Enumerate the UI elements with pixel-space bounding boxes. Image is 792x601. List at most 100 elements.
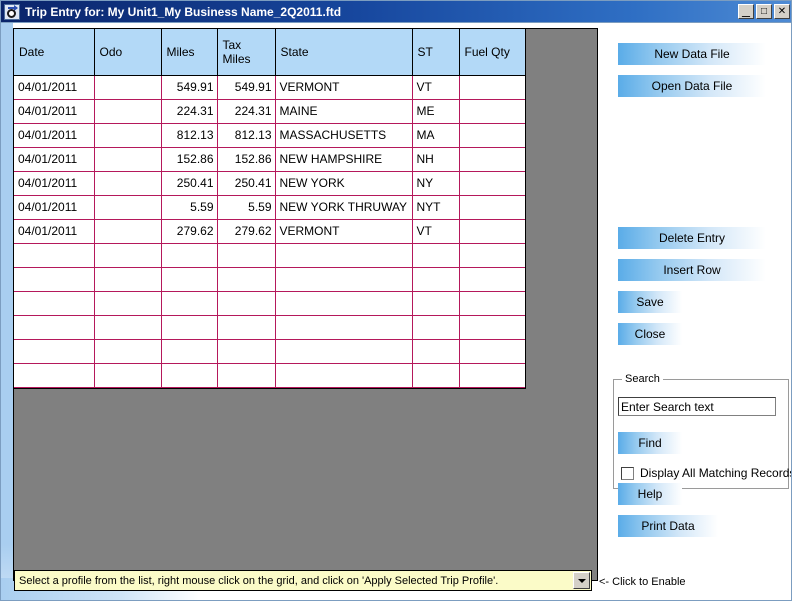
cell-tax-miles[interactable]: 5.59 bbox=[217, 195, 276, 220]
cell-state[interactable]: MAINE bbox=[275, 99, 413, 124]
table-row[interactable] bbox=[14, 267, 525, 292]
cell-odo[interactable] bbox=[94, 315, 162, 340]
cell-date[interactable]: 04/01/2011 bbox=[14, 195, 95, 220]
trip-data-grid[interactable]: Date Odo Miles Tax Miles State ST Fuel Qt… bbox=[13, 28, 526, 389]
cell-tax-miles[interactable] bbox=[217, 363, 276, 388]
insert-row-button[interactable]: Insert Row bbox=[618, 259, 766, 281]
cell-miles[interactable]: 812.13 bbox=[161, 123, 218, 148]
cell-st[interactable] bbox=[412, 291, 460, 316]
cell-st[interactable] bbox=[412, 339, 460, 364]
cell-tax-miles[interactable] bbox=[217, 291, 276, 316]
cell-tax-miles[interactable]: 279.62 bbox=[217, 219, 276, 244]
cell-fuel-qty[interactable] bbox=[459, 99, 525, 124]
table-row[interactable]: 04/01/2011 279.62 279.62 VERMONT VT bbox=[14, 219, 525, 244]
cell-odo[interactable] bbox=[94, 99, 162, 124]
column-header-fuel-qty[interactable]: Fuel Qty bbox=[459, 29, 525, 76]
table-row[interactable] bbox=[14, 363, 525, 388]
cell-fuel-qty[interactable] bbox=[459, 219, 525, 244]
cell-miles[interactable]: 250.41 bbox=[161, 171, 218, 196]
close-button[interactable]: ✕ bbox=[774, 4, 790, 19]
cell-date[interactable] bbox=[14, 291, 95, 316]
table-row[interactable] bbox=[14, 291, 525, 316]
column-header-tax-miles[interactable]: Tax Miles bbox=[217, 29, 276, 76]
minimize-button[interactable]: _ bbox=[738, 2, 754, 19]
delete-entry-button[interactable]: Delete Entry bbox=[618, 227, 766, 249]
cell-st[interactable]: VT bbox=[412, 219, 460, 244]
cell-tax-miles[interactable] bbox=[217, 339, 276, 364]
cell-date[interactable]: 04/01/2011 bbox=[14, 99, 95, 124]
cell-date[interactable]: 04/01/2011 bbox=[14, 171, 95, 196]
cell-odo[interactable] bbox=[94, 243, 162, 268]
display-all-matching-records-checkbox[interactable] bbox=[621, 466, 634, 480]
cell-date[interactable] bbox=[14, 315, 95, 340]
cell-st[interactable] bbox=[412, 267, 460, 292]
cell-state[interactable] bbox=[275, 315, 413, 340]
cell-state[interactable]: VERMONT bbox=[275, 75, 413, 100]
print-data-button[interactable]: Print Data bbox=[618, 515, 718, 537]
cell-fuel-qty[interactable] bbox=[459, 291, 525, 316]
open-data-file-button[interactable]: Open Data File bbox=[618, 75, 766, 97]
cell-odo[interactable] bbox=[94, 291, 162, 316]
cell-date[interactable] bbox=[14, 267, 95, 292]
table-row[interactable]: 04/01/2011 5.59 5.59 NEW YORK THRUWAY NYT bbox=[14, 195, 525, 220]
cell-st[interactable]: VT bbox=[412, 75, 460, 100]
cell-odo[interactable] bbox=[94, 363, 162, 388]
cell-st[interactable] bbox=[412, 315, 460, 340]
cell-tax-miles[interactable]: 224.31 bbox=[217, 99, 276, 124]
cell-tax-miles[interactable]: 152.86 bbox=[217, 147, 276, 172]
cell-miles[interactable] bbox=[161, 267, 218, 292]
search-input[interactable] bbox=[618, 397, 776, 416]
cell-state[interactable]: VERMONT bbox=[275, 219, 413, 244]
cell-st[interactable] bbox=[412, 363, 460, 388]
find-button[interactable]: Find bbox=[618, 432, 682, 454]
save-button[interactable]: Save bbox=[618, 291, 682, 313]
column-header-st[interactable]: ST bbox=[412, 29, 460, 76]
cell-date[interactable]: 04/01/2011 bbox=[14, 123, 95, 148]
cell-state[interactable]: NEW YORK THRUWAY bbox=[275, 195, 413, 220]
cell-st[interactable]: ME bbox=[412, 99, 460, 124]
cell-fuel-qty[interactable] bbox=[459, 75, 525, 100]
cell-fuel-qty[interactable] bbox=[459, 171, 525, 196]
cell-miles[interactable]: 549.91 bbox=[161, 75, 218, 100]
cell-odo[interactable] bbox=[94, 339, 162, 364]
cell-miles[interactable]: 152.86 bbox=[161, 147, 218, 172]
new-data-file-button[interactable]: New Data File bbox=[618, 43, 766, 65]
cell-miles[interactable] bbox=[161, 315, 218, 340]
cell-state[interactable]: NEW HAMPSHIRE bbox=[275, 147, 413, 172]
cell-fuel-qty[interactable] bbox=[459, 267, 525, 292]
cell-date[interactable]: 04/01/2011 bbox=[14, 75, 95, 100]
cell-state[interactable] bbox=[275, 267, 413, 292]
cell-state[interactable] bbox=[275, 291, 413, 316]
display-all-matching-records-row[interactable]: Display All Matching Records bbox=[621, 466, 791, 480]
cell-date[interactable]: 04/01/2011 bbox=[14, 219, 95, 244]
cell-date[interactable]: 04/01/2011 bbox=[14, 147, 95, 172]
table-row[interactable]: 04/01/2011 250.41 250.41 NEW YORK NY bbox=[14, 171, 525, 196]
column-header-date[interactable]: Date bbox=[14, 29, 95, 76]
table-row[interactable] bbox=[14, 315, 525, 340]
table-row[interactable]: 04/01/2011 224.31 224.31 MAINE ME bbox=[14, 99, 525, 124]
table-row[interactable] bbox=[14, 243, 525, 268]
cell-odo[interactable] bbox=[94, 267, 162, 292]
cell-miles[interactable] bbox=[161, 291, 218, 316]
cell-miles[interactable] bbox=[161, 339, 218, 364]
cell-fuel-qty[interactable] bbox=[459, 195, 525, 220]
cell-tax-miles[interactable]: 250.41 bbox=[217, 171, 276, 196]
cell-odo[interactable] bbox=[94, 75, 162, 100]
table-row[interactable] bbox=[14, 339, 525, 364]
column-header-state[interactable]: State bbox=[275, 29, 413, 76]
cell-date[interactable] bbox=[14, 339, 95, 364]
close-form-button[interactable]: Close bbox=[618, 323, 682, 345]
cell-state[interactable]: NEW YORK bbox=[275, 171, 413, 196]
help-button[interactable]: Help bbox=[618, 483, 682, 505]
table-row[interactable]: 04/01/2011 549.91 549.91 VERMONT VT bbox=[14, 75, 525, 100]
cell-fuel-qty[interactable] bbox=[459, 123, 525, 148]
cell-st[interactable]: MA bbox=[412, 123, 460, 148]
cell-fuel-qty[interactable] bbox=[459, 147, 525, 172]
cell-tax-miles[interactable]: 812.13 bbox=[217, 123, 276, 148]
cell-miles[interactable]: 224.31 bbox=[161, 99, 218, 124]
cell-st[interactable] bbox=[412, 243, 460, 268]
cell-date[interactable] bbox=[14, 363, 95, 388]
cell-state[interactable] bbox=[275, 339, 413, 364]
cell-st[interactable]: NH bbox=[412, 147, 460, 172]
cell-odo[interactable] bbox=[94, 123, 162, 148]
